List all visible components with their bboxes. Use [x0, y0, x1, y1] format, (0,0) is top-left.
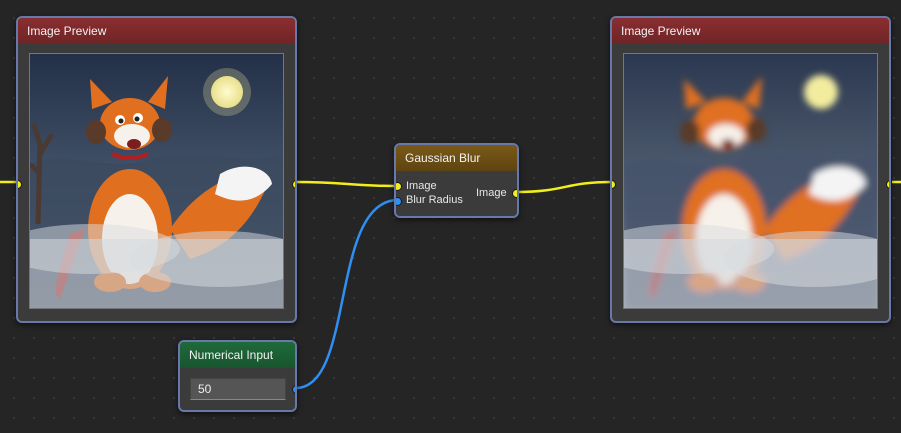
wire-preview-to-blur-image: [295, 180, 397, 188]
wire-number-to-blur-radius: [295, 198, 399, 390]
numeric-value-field[interactable]: 50: [190, 378, 286, 400]
output-label-image: Image: [476, 187, 507, 199]
input-port-blur-radius[interactable]: [396, 197, 402, 206]
image-preview-node-right[interactable]: Image Preview: [610, 16, 891, 323]
input-label-image: Image: [406, 180, 437, 192]
image-preview-node-left[interactable]: Image Preview: [16, 16, 297, 323]
preview-image-blurred: [623, 53, 878, 309]
node-title[interactable]: Numerical Input: [180, 342, 295, 368]
preview-image-sharp: [29, 53, 284, 309]
wire-blur-to-preview: [516, 180, 613, 194]
input-port-image[interactable]: [396, 182, 402, 191]
node-title[interactable]: Image Preview: [18, 18, 295, 44]
output-port-image[interactable]: [292, 180, 295, 189]
output-port-image[interactable]: [512, 189, 517, 198]
node-title[interactable]: Image Preview: [612, 18, 889, 44]
input-port-image[interactable]: [18, 180, 22, 189]
gaussian-blur-node[interactable]: Gaussian Blur Image Blur Radius Image: [394, 143, 519, 218]
input-port-image[interactable]: [612, 180, 616, 189]
node-title[interactable]: Gaussian Blur: [396, 145, 517, 171]
input-label-blur-radius: Blur Radius: [406, 194, 463, 206]
output-port-image[interactable]: [886, 180, 889, 189]
numerical-input-node[interactable]: Numerical Input 50: [178, 340, 297, 412]
output-port-number[interactable]: [292, 385, 295, 394]
